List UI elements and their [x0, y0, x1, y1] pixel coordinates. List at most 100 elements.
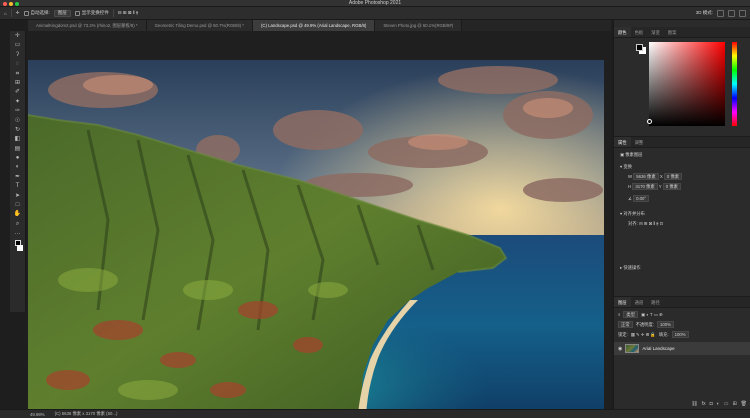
pen-tool-icon[interactable]: ✒ — [14, 174, 21, 181]
tab-patterns[interactable]: 图案 — [664, 27, 681, 37]
width-field[interactable]: 5636 像素 — [633, 173, 659, 180]
search-icon[interactable] — [717, 9, 724, 17]
show-transform-checkbox[interactable] — [74, 10, 80, 16]
layer-item-arial-landscape[interactable]: ◉ Arial Landscape — [614, 342, 750, 355]
layers-panel-tabs: 图层 通道 路径 — [614, 297, 750, 308]
auto-select-option[interactable]: 自动选择: — [23, 10, 50, 16]
hand-tool-icon[interactable]: ✋ — [14, 211, 21, 218]
auto-select-label: 自动选择: — [30, 10, 50, 15]
window-title-bar: Adobe Photoshop 2021 — [0, 0, 750, 7]
lock-icons[interactable]: ▦ ✎ ✛ ⊞ 🔒 — [631, 332, 656, 338]
align-icons[interactable]: ⊟ ⊞ ⊠ ⫴ ⫵ — [118, 10, 138, 16]
path-select-tool-icon[interactable]: ➤ — [14, 193, 21, 200]
transform-section-label[interactable]: ▾ 变换 — [620, 164, 632, 170]
zoom-level[interactable]: 49.98% — [30, 412, 45, 417]
tab-adjustments[interactable]: 调整 — [631, 137, 648, 147]
move-tool-icon[interactable]: ✛ — [14, 33, 21, 40]
document-info[interactable]: (C) 5636 像素 x 3170 像素 (50...) — [55, 411, 118, 417]
frame-tool-icon[interactable]: ⊞ — [14, 80, 21, 87]
align-section-label[interactable]: ▾ 对齐并分布 — [620, 211, 645, 217]
brush-tool-icon[interactable]: ✑ — [14, 108, 21, 115]
blend-mode-dropdown[interactable]: 正常 — [618, 321, 633, 328]
folder-icon[interactable]: ▭ — [724, 401, 729, 407]
tab-swatches[interactable]: 色板 — [631, 27, 648, 37]
window-title: Adobe Photoshop 2021 — [348, 0, 402, 6]
tab-layers[interactable]: 图层 — [614, 297, 631, 307]
tab-properties[interactable]: 属性 — [614, 137, 631, 147]
angle-icon: ∡ — [628, 196, 632, 201]
layer-dropdown[interactable]: 图层 — [53, 9, 71, 17]
share-icon[interactable] — [739, 9, 746, 17]
eraser-tool-icon[interactable]: ◧ — [14, 136, 21, 143]
color-picker-cursor[interactable] — [647, 119, 652, 124]
opacity-field[interactable]: 100% — [656, 321, 674, 328]
tab-landscape[interactable]: (C) Landscape.psd @ 49.9% (Arial Landsca… — [252, 20, 376, 31]
angle-field[interactable]: 0.00° — [633, 195, 650, 202]
quick-actions-label[interactable]: ▸ 快速操作 — [620, 265, 641, 271]
landscape-image[interactable] — [28, 60, 604, 415]
chevron-down-icon: ▾ — [620, 211, 623, 216]
color-picker-field[interactable] — [649, 42, 725, 126]
background-color-swatch[interactable] — [16, 244, 23, 251]
crop-tool-icon[interactable]: ⌗ — [14, 71, 21, 78]
move-tool-icon[interactable]: ✛ — [16, 10, 20, 16]
tab-channels[interactable]: 通道 — [631, 297, 648, 307]
show-transform-label: 显示变换控件 — [81, 10, 109, 15]
hue-slider[interactable] — [732, 42, 737, 126]
fill-field[interactable]: 100% — [671, 331, 689, 338]
clone-stamp-tool-icon[interactable]: ☉ — [14, 118, 21, 125]
chevron-right-icon: ▸ — [620, 265, 623, 270]
x-field[interactable]: 0 像素 — [663, 173, 683, 180]
layer-type-label: 像素图层 — [625, 152, 643, 157]
marquee-tool-icon[interactable]: ▭ — [14, 42, 21, 49]
spot-healing-tool-icon[interactable]: ✦ — [14, 99, 21, 106]
y-field[interactable]: 0 像素 — [662, 183, 681, 190]
tab-geometric-tiling[interactable]: Geometric Tiling Demo.psd @ 50.7%(RGB/8)… — [146, 20, 253, 31]
tab-paths[interactable]: 路径 — [647, 297, 664, 307]
dodge-tool-icon[interactable]: ◐ — [14, 164, 21, 171]
type-tool-icon[interactable]: T — [14, 183, 21, 190]
blur-tool-icon[interactable]: ● — [14, 155, 21, 162]
canvas-area[interactable] — [27, 31, 611, 415]
quick-select-tool-icon[interactable]: ◌ — [14, 61, 21, 68]
mask-icon[interactable]: ◘ — [710, 401, 713, 407]
tab-animal-kingdom[interactable]: AnimalKingdom2.psd @ 73.2% (rhino2, 图层蒙板… — [28, 20, 147, 31]
eyedropper-tool-icon[interactable]: ✐ — [14, 89, 21, 96]
lasso-tool-icon[interactable]: ʔ — [14, 52, 21, 59]
auto-select-checkbox[interactable] — [23, 10, 29, 16]
search-icon: ⌕ — [618, 312, 621, 317]
layer-name[interactable]: Arial Landscape — [642, 346, 674, 351]
fx-icon[interactable]: fx — [702, 401, 706, 407]
adjustment-icon[interactable]: ◐ — [717, 401, 720, 407]
document-tabs: AnimalKingdom2.psd @ 73.2% (rhino2, 图层蒙板… — [28, 20, 611, 31]
new-layer-icon[interactable]: ⊞ — [732, 401, 736, 407]
right-panels: 颜色 色板 渐变 图案 属性 调整 ▣ 像素图层 ▾ 变换 W 5636 像素 … — [613, 20, 750, 409]
chevron-down-icon: ▾ — [620, 164, 623, 169]
filter-icons[interactable]: ▣ ◐ T ▭ ⊕ — [641, 312, 663, 318]
color-panel-tabs: 颜色 色板 渐变 图案 — [614, 27, 750, 38]
trash-icon[interactable]: 🗑 — [741, 401, 747, 407]
pixel-layer-icon: ▣ — [620, 152, 625, 157]
gradient-tool-icon[interactable]: ▤ — [14, 146, 21, 153]
tab-color[interactable]: 颜色 — [614, 27, 631, 37]
height-field[interactable]: 3170 像素 — [632, 183, 658, 190]
layer-filter-dropdown[interactable]: 类型 — [623, 311, 638, 318]
rectangle-tool-icon[interactable]: □ — [14, 202, 21, 209]
more-tools-icon[interactable]: … — [14, 230, 21, 237]
home-icon[interactable]: ⌂ — [4, 11, 7, 16]
opacity-label: 不透明度: — [635, 321, 654, 327]
divider — [10, 9, 12, 17]
link-icon[interactable]: ⛓ — [691, 401, 697, 407]
zoom-tool-icon[interactable]: ⌕ — [14, 221, 21, 228]
foreground-color-swatch[interactable] — [636, 44, 643, 51]
layer-thumbnail — [625, 344, 640, 353]
history-brush-tool-icon[interactable]: ↻ — [14, 127, 21, 134]
eye-icon[interactable]: ◉ — [618, 346, 622, 352]
status-bar: 49.98% (C) 5636 像素 x 3170 像素 (50...) — [0, 409, 750, 418]
height-row: H 3170 像素 Y 0 像素 — [628, 183, 681, 190]
tab-gradients[interactable]: 渐变 — [647, 27, 664, 37]
tab-steven-photo[interactable]: Steven Photo.jpg @ 60.1%(RGB/8#) — [375, 20, 463, 31]
align-buttons[interactable]: ⊟ ⊞ ⊠ ⫴ ⫵ ⊡ — [639, 221, 663, 226]
workspace-icon[interactable] — [728, 9, 735, 17]
show-transform-option[interactable]: 显示变换控件 — [74, 10, 109, 16]
